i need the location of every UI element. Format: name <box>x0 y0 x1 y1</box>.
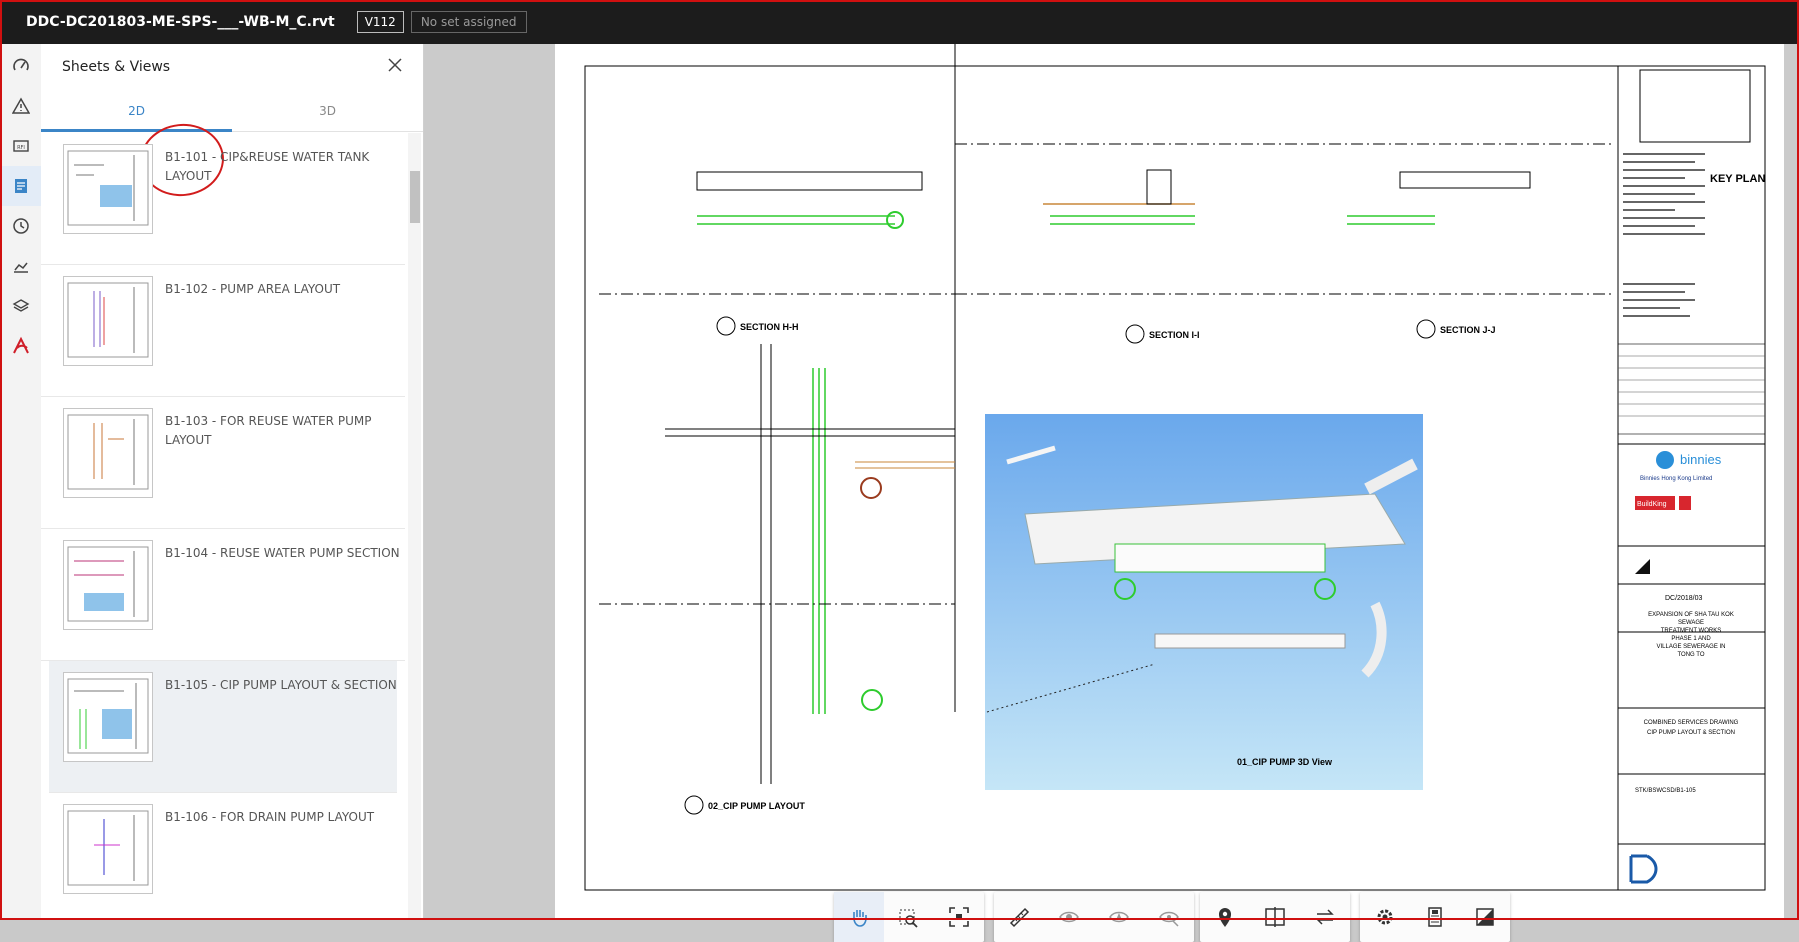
autodesk-icon[interactable] <box>0 326 41 366</box>
sheet-item-b1-105[interactable]: B1-105 - CIP PUMP LAYOUT & SECTION <box>49 661 397 793</box>
version-badge[interactable]: V112 <box>356 11 404 33</box>
sheet-label: B1-106 - FOR DRAIN PUMP LAYOUT <box>165 810 375 824</box>
sheet-label: B1-104 - REUSE WATER PUMP SECTION <box>165 546 400 560</box>
sheets-views-panel: Sheets & Views 2D 3D B1-101 - CIP&REUSE … <box>41 44 424 920</box>
sheets-icon[interactable] <box>0 166 41 206</box>
drawing-number: STK/BSWCSD/B1-105 <box>1635 788 1696 794</box>
cip-pump-3d-label: 01_CIP PUMP 3D View <box>1237 757 1333 767</box>
zoom-window-icon[interactable] <box>884 892 934 942</box>
tab-2d[interactable]: 2D <box>41 90 232 132</box>
sheet-list: B1-101 - CIP&REUSE WATER TANK LAYOUT B1-… <box>41 133 405 920</box>
sheet-label: B1-102 - PUMP AREA LAYOUT <box>165 282 341 296</box>
cip-pump-layout-label: 02_CIP PUMP LAYOUT <box>708 801 805 811</box>
close-icon[interactable] <box>387 57 403 77</box>
panel-scrollbar[interactable] <box>408 133 421 920</box>
sheet-thumbnail <box>63 276 153 366</box>
settings-icon[interactable] <box>1360 892 1410 942</box>
drawing-title-2: CIP PUMP LAYOUT & SECTION <box>1647 730 1735 736</box>
contract-title-1: EXPANSION OF SHA TAU KOK <box>1648 612 1734 618</box>
drawing-sheet: SECTION H-H SECTION I-I SECTION J-J 02_C… <box>555 44 1784 920</box>
isolate-icon[interactable] <box>1094 892 1144 942</box>
compare-icon[interactable] <box>1250 892 1300 942</box>
contract-title-6: TONG TO <box>1677 652 1704 658</box>
markup-toolbar <box>1200 892 1350 942</box>
sheet-item-b1-103[interactable]: B1-103 - FOR REUSE WATER PUMP LAYOUT <box>41 397 405 529</box>
section-i-label: SECTION I-I <box>1149 330 1200 340</box>
drawing-viewer[interactable]: SECTION H-H SECTION I-I SECTION J-J 02_C… <box>424 44 1799 942</box>
warning-icon[interactable] <box>0 86 41 126</box>
fullscreen-icon[interactable] <box>1460 892 1510 942</box>
top-bar: DDC-DC201803-ME-SPS-___-WB-M_C.rvt V112 … <box>0 0 1799 44</box>
section-h-label: SECTION H-H <box>740 322 799 332</box>
sheet-item-b1-106[interactable]: B1-106 - FOR DRAIN PUMP LAYOUT <box>41 793 405 920</box>
view-tabs: 2D 3D <box>41 90 423 132</box>
buildking-logo-text: BuildKing <box>1637 501 1667 508</box>
key-plan-label: KEY PLAN <box>1710 173 1765 185</box>
sheet-thumbnail <box>63 804 153 894</box>
layers-icon[interactable] <box>0 286 41 326</box>
swap-icon[interactable] <box>1300 892 1350 942</box>
left-rail: RFI <box>0 44 42 920</box>
location-icon[interactable] <box>1200 892 1250 942</box>
rfi-icon[interactable]: RFI <box>0 126 41 166</box>
sheet-label: B1-103 - FOR REUSE WATER PUMP LAYOUT <box>165 414 372 447</box>
contract-title-2: SEWAGE <box>1678 620 1704 626</box>
sheet-thumbnail <box>63 540 153 630</box>
tab-3d[interactable]: 3D <box>232 90 423 131</box>
panel-header: Sheets & Views <box>41 44 423 90</box>
settings-toolbar <box>1360 892 1510 942</box>
contract-title-3: TREATMENT WORKS <box>1661 628 1721 634</box>
file-name: DDC-DC201803-ME-SPS-___-WB-M_C.rvt <box>26 14 335 30</box>
sheet-thumbnail <box>63 144 153 234</box>
model-toolbar <box>994 892 1194 942</box>
sheet-item-b1-102[interactable]: B1-102 - PUMP AREA LAYOUT <box>41 265 405 397</box>
sheet-item-b1-104[interactable]: B1-104 - REUSE WATER PUMP SECTION <box>41 529 405 661</box>
drawing-canvas: SECTION H-H SECTION I-I SECTION J-J 02_C… <box>584 44 1766 891</box>
binnies-logo-text: binnies <box>1680 452 1722 467</box>
navigation-toolbar <box>834 892 984 942</box>
set-status[interactable]: No set assigned <box>410 11 527 33</box>
client-name: Binnies Hong Kong Limited <box>1640 476 1712 482</box>
sheet-label: B1-101 - CIP&REUSE WATER TANK LAYOUT <box>165 150 370 183</box>
history-icon[interactable] <box>0 206 41 246</box>
show-all-icon[interactable] <box>1144 892 1194 942</box>
sheet-thumbnail <box>63 672 153 762</box>
dashboard-icon[interactable] <box>0 46 41 86</box>
hide-icon[interactable] <box>1044 892 1094 942</box>
sheet-item-b1-101[interactable]: B1-101 - CIP&REUSE WATER TANK LAYOUT <box>41 133 405 265</box>
scrollbar-thumb[interactable] <box>410 171 420 223</box>
panel-title: Sheets & Views <box>62 59 171 75</box>
sheet-label: B1-105 - CIP PUMP LAYOUT & SECTION <box>165 678 397 692</box>
sheet-thumbnail <box>63 408 153 498</box>
measure-icon[interactable] <box>994 892 1044 942</box>
drawing-title-1: COMBINED SERVICES DRAWING <box>1644 720 1739 726</box>
svg-text:RFI: RFI <box>17 145 25 151</box>
pan-icon[interactable] <box>834 892 884 942</box>
contract-title-4: PHASE 1 AND <box>1671 636 1711 642</box>
section-j-label: SECTION J-J <box>1440 325 1496 335</box>
contract-title-5: VILLAGE SEWERAGE IN <box>1656 644 1725 650</box>
contract-number: DC/2018/03 <box>1665 595 1702 602</box>
chart-icon[interactable] <box>0 246 41 286</box>
fit-to-view-icon[interactable] <box>934 892 984 942</box>
properties-icon[interactable] <box>1410 892 1460 942</box>
